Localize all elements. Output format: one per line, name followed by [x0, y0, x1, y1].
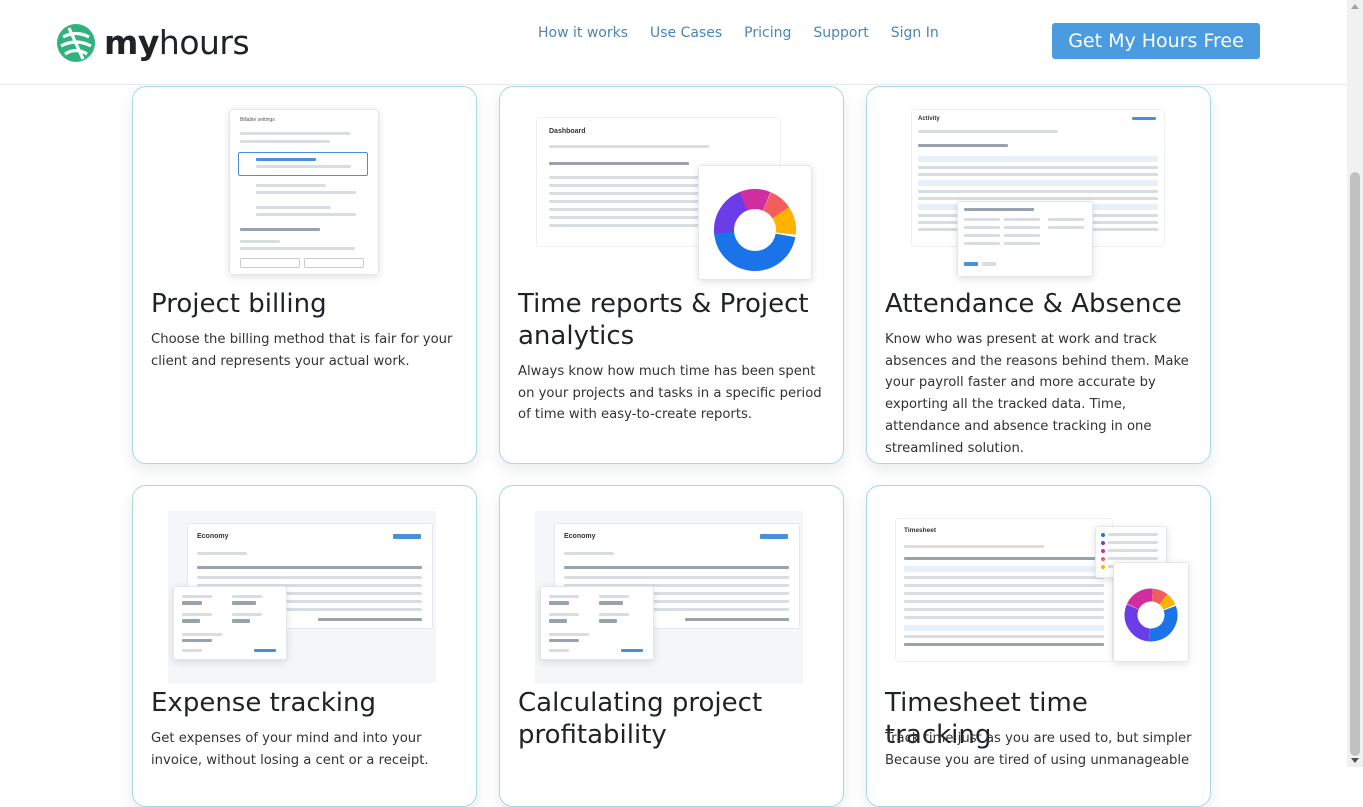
page-scrollbar[interactable]	[1347, 0, 1363, 767]
card-title: Expense tracking	[151, 688, 376, 718]
nav-use-cases[interactable]: Use Cases	[650, 24, 722, 42]
card-title: Calculating project profitability	[518, 688, 763, 750]
billable-donut-chart-icon	[714, 189, 796, 271]
nav-pricing[interactable]: Pricing	[744, 24, 791, 42]
card-title: Time reports & Project analytics	[518, 289, 809, 351]
screenshot-heading: Billable settings	[240, 117, 275, 123]
scroll-down-arrow-icon[interactable]	[1351, 758, 1359, 763]
card-description: Always know how much time has been spent…	[518, 364, 822, 423]
feature-card-attendance-absence[interactable]: Activity Attendance & Absence Know who w…	[866, 86, 1211, 464]
screenshot-heading: Economy	[564, 533, 596, 540]
attendance-screenshot: Activity	[867, 87, 1210, 287]
expense-tracking-screenshot: Economy	[133, 486, 476, 686]
get-my-hours-free-button[interactable]: Get My Hours Free	[1052, 23, 1260, 59]
time-reports-screenshot: Dashboard	[500, 87, 843, 287]
card-description: Track time just as you are used to, but …	[885, 731, 1192, 768]
card-description: Know who was present at work and track a…	[885, 332, 1189, 456]
timesheet-donut-chart-icon	[1124, 588, 1178, 642]
feature-card-project-profitability[interactable]: Economy Calculating project profitabilit…	[499, 485, 844, 807]
myhours-logo[interactable]: myhours	[55, 22, 250, 64]
top-navigation-bar: myhours How it works Use Cases Pricing S…	[0, 0, 1347, 85]
card-title: Attendance & Absence	[885, 289, 1182, 319]
feature-card-time-reports[interactable]: Dashboard Time reports & Project analyti…	[499, 86, 844, 464]
profitability-screenshot: Economy	[500, 486, 843, 686]
logo-wordmark: myhours	[104, 23, 250, 62]
project-billing-screenshot: Billable settings	[133, 87, 476, 287]
scroll-up-arrow-icon[interactable]	[1351, 4, 1359, 9]
card-title: Project billing	[151, 289, 327, 319]
nav-support[interactable]: Support	[813, 24, 868, 42]
feature-card-expense-tracking[interactable]: Economy Expense tracking Get expenses of…	[132, 485, 477, 807]
screenshot-heading: Timesheet	[904, 527, 937, 534]
timesheet-screenshot: Timesheet	[867, 486, 1210, 686]
screenshot-heading: Activity	[918, 116, 940, 122]
nav-sign-in[interactable]: Sign In	[891, 24, 939, 42]
main-nav: How it works Use Cases Pricing Support S…	[538, 24, 939, 42]
globe-logo-icon	[57, 24, 95, 62]
card-description: Get expenses of your mind and into your …	[151, 731, 429, 768]
screenshot-heading: Dashboard	[549, 128, 586, 135]
screenshot-heading: Economy	[197, 533, 229, 540]
feature-card-project-billing[interactable]: Billable settings Project billing Choose…	[132, 86, 477, 464]
nav-how-it-works[interactable]: How it works	[538, 24, 628, 42]
scroll-thumb[interactable]	[1350, 172, 1360, 756]
feature-card-timesheet-tracking[interactable]: Timesheet Timesheet time tracking Track …	[866, 485, 1211, 807]
card-description: Choose the billing method that is fair f…	[151, 332, 453, 369]
